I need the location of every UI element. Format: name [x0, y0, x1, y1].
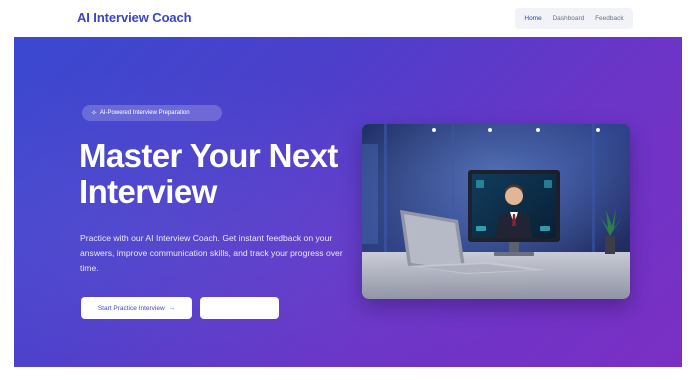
secondary-button[interactable] [200, 297, 279, 319]
nav-home-link[interactable]: Home [524, 15, 541, 22]
hero-headline: Master Your Next Interview [79, 138, 369, 210]
arrow-right-icon: → [168, 304, 176, 312]
headline-line-1: Master Your Next [79, 137, 338, 174]
brand-logo[interactable]: AI Interview Coach [77, 10, 192, 25]
start-practice-button[interactable]: Start Practice Interview → [81, 297, 192, 319]
laptop-video-call-illustration [362, 124, 630, 299]
ai-badge-label: AI-Powered Interview Preparation [99, 110, 190, 116]
ai-badge: ✧ AI-Powered Interview Preparation [82, 105, 222, 121]
nav-dashboard-link[interactable]: Dashboard [552, 15, 584, 22]
start-practice-label: Start Practice Interview [97, 304, 165, 312]
nav-feedback-link[interactable]: Feedback [595, 15, 624, 22]
hero-image [362, 124, 630, 299]
hero-description: Practice with our AI Interview Coach. Ge… [80, 233, 343, 273]
sparkle-icon: ✧ [91, 109, 97, 117]
headline-line-2: Interview [79, 173, 217, 210]
main-nav: Home Dashboard Feedback [515, 8, 633, 29]
hero-section: ✧ AI-Powered Interview Preparation Maste… [14, 37, 682, 367]
top-header: AI Interview Coach Home Dashboard Feedba… [0, 0, 696, 37]
